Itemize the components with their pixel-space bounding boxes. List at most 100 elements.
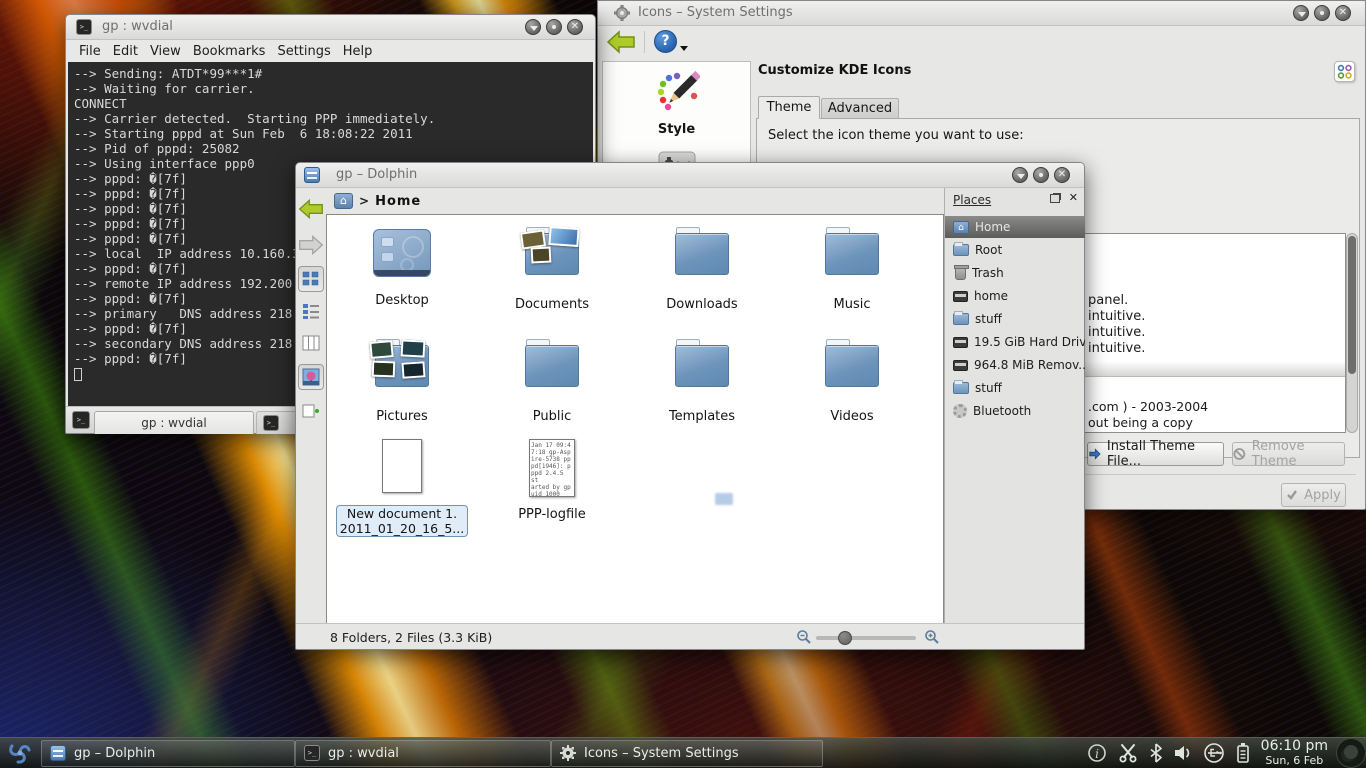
minimize-button[interactable] <box>1012 167 1028 183</box>
file-item-music[interactable]: Music <box>777 221 927 312</box>
plasma-cashew-icon[interactable] <box>1336 738 1366 768</box>
selected-theme-row[interactable] <box>1069 362 1345 377</box>
usb-device-notifier-icon[interactable] <box>1203 742 1225 764</box>
back-button[interactable] <box>606 30 636 54</box>
close-button[interactable]: ✕ <box>1054 167 1070 183</box>
close-panel-icon[interactable]: ✕ <box>1069 191 1078 204</box>
tab-advanced-label: Advanced <box>828 101 892 116</box>
file-item-templates[interactable]: Templates <box>627 333 777 424</box>
task-wvdial[interactable]: >_ gp : wvdial <box>295 740 551 767</box>
maximize-button[interactable] <box>1314 5 1330 21</box>
preview-button[interactable] <box>298 364 324 390</box>
columns-view-button[interactable] <box>298 330 324 356</box>
menu-settings[interactable]: Settings <box>277 44 330 59</box>
breadcrumb-home[interactable]: Home <box>375 194 421 209</box>
back-button[interactable] <box>298 196 324 222</box>
file-item-label: Downloads <box>627 297 777 312</box>
file-item-pictures[interactable]: Pictures <box>327 333 477 424</box>
apply-button[interactable]: Apply <box>1281 483 1346 507</box>
new-tab-button[interactable]: >_ <box>72 411 90 429</box>
task-dolphin[interactable]: gp – Dolphin <box>41 740 295 767</box>
terminal-titlebar[interactable]: >_ gp : wvdial ✕ <box>66 15 595 40</box>
scrollbar[interactable] <box>1346 233 1358 433</box>
text-file-preview-icon: Jan 17 09:4 7:18 gp-Asp ire-5738 pp pd[1… <box>529 439 575 497</box>
terminal-tab-active[interactable]: gp : wvdial <box>94 411 254 434</box>
float-panel-icon[interactable] <box>1050 194 1060 203</box>
forward-button[interactable] <box>298 232 324 258</box>
klipper-scissors-icon[interactable] <box>1117 743 1139 763</box>
place-removable-drive[interactable]: 964.8 MiB Remov... <box>945 354 1085 376</box>
place-root[interactable]: Root <box>945 239 1085 261</box>
breadcrumb-separator: > <box>359 194 369 208</box>
kde-launcher-icon[interactable] <box>3 738 37 768</box>
preview-line: Jan 17 09:4 <box>531 442 573 449</box>
back-arrow-icon <box>298 198 324 220</box>
close-button[interactable]: ✕ <box>1335 5 1351 21</box>
battery-icon[interactable] <box>1235 742 1251 764</box>
file-item-label: PPP-logfile <box>477 507 627 522</box>
icons-view-button[interactable] <box>298 266 324 292</box>
details-view-button[interactable] <box>298 298 324 324</box>
dolphin-titlebar[interactable]: gp – Dolphin ✕ <box>296 163 1084 188</box>
clock-date: Sun, 6 Feb <box>1261 755 1328 767</box>
file-item-new-document[interactable]: New document 1. 2011_01_20_16_5... <box>327 435 477 537</box>
zoom-slider-handle[interactable] <box>838 631 852 645</box>
sidebar-item-label: Style <box>603 122 750 137</box>
info-icon[interactable]: i <box>1087 743 1107 763</box>
window-title: Icons – System Settings <box>638 5 793 20</box>
tab-theme[interactable]: Theme <box>758 96 820 119</box>
file-item-desktop[interactable]: Desktop <box>327 221 477 308</box>
place-trash[interactable]: Trash <box>945 262 1085 284</box>
zoom-slider[interactable] <box>816 636 916 640</box>
menu-edit[interactable]: Edit <box>113 44 138 59</box>
terminal-line: --> Pid of pppd: 25082 <box>74 141 593 156</box>
file-item-videos[interactable]: Videos <box>777 333 927 424</box>
close-button[interactable]: ✕ <box>567 19 583 35</box>
minimize-icon <box>1017 174 1025 179</box>
maximize-button[interactable] <box>1033 167 1049 183</box>
install-theme-button[interactable]: Install Theme File... <box>1087 442 1224 466</box>
minimize-button[interactable] <box>525 19 541 35</box>
minimize-button[interactable] <box>1293 5 1309 21</box>
menu-help[interactable]: Help <box>343 44 373 59</box>
place-hard-drive[interactable]: 19.5 GiB Hard Drive <box>945 331 1085 353</box>
drive-icon <box>953 360 968 371</box>
file-item-downloads[interactable]: Downloads <box>627 221 777 312</box>
taskbar: gp – Dolphin >_ gp : wvdial Icons – Syst… <box>0 737 1366 768</box>
drag-ghost-artifact <box>715 493 733 505</box>
folder-view[interactable]: Desktop Documents Downloads <box>326 214 944 625</box>
file-item-label: Public <box>477 409 627 424</box>
file-item-ppp-logfile[interactable]: Jan 17 09:4 7:18 gp-Asp ire-5738 pp pd[1… <box>477 435 627 522</box>
install-theme-label: Install Theme File... <box>1107 439 1223 469</box>
zoom-out-icon[interactable] <box>796 629 812 645</box>
menu-file[interactable]: File <box>79 44 101 59</box>
scrollbar-thumb[interactable] <box>1348 236 1356 374</box>
system-settings-titlebar[interactable]: Icons – System Settings ✕ <box>598 1 1365 26</box>
maximize-button[interactable] <box>546 19 562 35</box>
theme-description-fragment: .com ) - 2003-2004 <box>1088 399 1208 414</box>
remove-theme-button[interactable]: Remove Theme <box>1232 442 1345 466</box>
bluetooth-icon[interactable] <box>1149 743 1163 763</box>
place-home[interactable]: ⌂ Home <box>945 216 1085 238</box>
tab-advanced[interactable]: Advanced <box>821 98 899 119</box>
terminal-menubar: File Edit View Bookmarks Settings Help <box>66 40 595 62</box>
split-view-button[interactable] <box>298 398 324 424</box>
folder-icon <box>953 382 969 394</box>
menu-view[interactable]: View <box>150 44 181 59</box>
home-folder-icon[interactable]: ⌂ <box>334 193 353 209</box>
place-stuff[interactable]: stuff <box>945 308 1085 330</box>
file-item-documents[interactable]: Documents <box>477 221 627 312</box>
place-bluetooth[interactable]: Bluetooth <box>945 400 1085 422</box>
zoom-in-icon[interactable] <box>924 629 940 645</box>
task-system-settings[interactable]: Icons – System Settings <box>551 740 823 767</box>
place-stuff-2[interactable]: stuff <box>945 377 1085 399</box>
help-button[interactable]: ? <box>654 30 677 53</box>
sidebar-item-style[interactable]: Style <box>603 62 750 137</box>
folder-icon <box>825 345 879 387</box>
clock[interactable]: 06:10 pm Sun, 6 Feb <box>1261 739 1328 766</box>
place-home-drive[interactable]: home <box>945 285 1085 307</box>
volume-icon[interactable] <box>1173 743 1193 763</box>
file-item-public[interactable]: Public <box>477 333 627 424</box>
menu-bookmarks[interactable]: Bookmarks <box>193 44 266 59</box>
style-pencil-icon <box>654 70 700 116</box>
